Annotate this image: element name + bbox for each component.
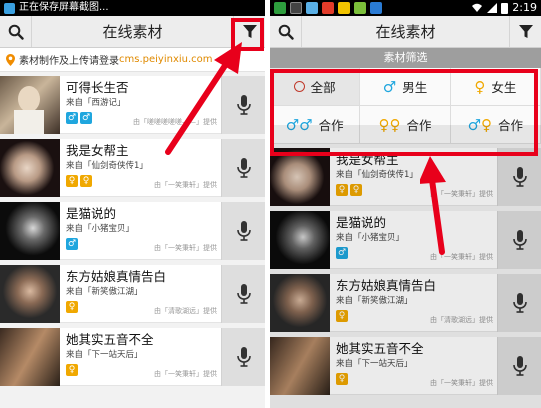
item-provider: 由「一笑秉轩」提供 <box>154 181 217 189</box>
record-button[interactable] <box>221 265 265 323</box>
item-info: 东方姑娘真情告白 来自「新笑傲江湖」 ♀ 由「清歌湖远」提供 <box>60 265 221 322</box>
list-item[interactable]: 她其实五音不全 来自「下一站天后」 ♀ 由「一笑秉轩」提供 <box>0 328 265 386</box>
microphone-icon <box>236 347 251 367</box>
female-icon: ♀ <box>66 364 78 376</box>
battery-icon <box>501 2 509 14</box>
left-screenshot: 正在保存屏幕截图... 在线素材 素材制作及上传请登录 cms.peiyinxi… <box>0 0 265 408</box>
search-icon <box>278 24 294 40</box>
item-title: 我是女帮主 <box>66 143 129 158</box>
item-provider: 由「一笑秉轩」提供 <box>154 370 217 378</box>
list-item[interactable]: 我是女帮主 来自「仙剑奇侠传1」 ♀ ♀ 由「一笑秉轩」提供 <box>0 139 265 197</box>
record-button[interactable] <box>221 328 265 386</box>
filter-button[interactable] <box>509 16 541 47</box>
material-list: 可得长生否 来自「西游记」 ♂ ♂ 由「嗟嗟嗟嗟嗟——」提供 我是女帮主 来自「… <box>0 76 265 386</box>
right-screenshot: 2:19 在线素材 素材筛选 全部 ♂ 男生 ♀ 女生 ♂♂ 合作 ♀♀ 合作 … <box>270 0 541 408</box>
filter-header: 素材筛选 <box>270 48 541 68</box>
item-source: 来自「小猪宝贝」 <box>66 224 135 234</box>
chrome-icon <box>306 2 318 14</box>
item-title: 可得长生否 <box>66 80 129 95</box>
thumbnail-image <box>0 139 60 197</box>
wechat-icon <box>354 2 366 14</box>
female-icon: ♀ <box>80 175 92 187</box>
female-icon: ♀ <box>66 301 78 313</box>
clock: 2:19 <box>512 1 537 14</box>
microphone-icon <box>236 158 251 178</box>
qq-icon <box>338 2 350 14</box>
screenshot-icon <box>4 2 15 14</box>
dim-overlay <box>270 125 541 408</box>
thumbnail-image <box>0 328 60 386</box>
cloud-icon <box>370 2 382 14</box>
thumbnail-image <box>0 202 60 260</box>
shield-icon <box>274 2 286 14</box>
microphone-icon <box>236 95 251 115</box>
item-title: 她其实五音不全 <box>66 332 154 347</box>
item-source: 来自「新笑傲江湖」 <box>66 287 143 297</box>
record-button[interactable] <box>221 76 265 134</box>
item-source: 来自「仙剑奇侠传1」 <box>66 161 148 171</box>
record-button[interactable] <box>221 139 265 197</box>
upload-banner[interactable]: 素材制作及上传请登录 cms.peiyinxiu.com <box>0 48 265 72</box>
search-button[interactable] <box>270 16 302 47</box>
male-icon: ♂ <box>80 112 92 124</box>
location-pin-icon <box>6 53 15 66</box>
item-provider: 由「一笑秉轩」提供 <box>154 244 217 252</box>
item-source: 来自「下一站天后」 <box>66 350 143 360</box>
page-title: 在线素材 <box>375 23 436 41</box>
app-icon <box>322 2 334 14</box>
male-icon: ♂ <box>66 112 78 124</box>
banner-text: 素材制作及上传请登录 <box>19 56 119 67</box>
image-icon <box>290 2 302 14</box>
record-button[interactable] <box>221 202 265 260</box>
microphone-icon <box>236 284 251 304</box>
item-info: 她其实五音不全 来自「下一站天后」 ♀ 由「一笑秉轩」提供 <box>60 328 221 385</box>
filter-panel-highlight-box <box>270 69 538 156</box>
item-source: 来自「西游记」 <box>66 98 126 108</box>
status-right: 2:19 <box>471 0 537 16</box>
male-icon: ♂ <box>66 238 78 250</box>
status-bar: 2:19 <box>270 0 541 16</box>
thumbnail-image <box>0 76 60 134</box>
banner-link[interactable]: cms.peiyinxiu.com <box>119 54 213 65</box>
filter-icon <box>518 25 533 38</box>
status-text: 正在保存屏幕截图... <box>19 2 109 13</box>
list-item[interactable]: 东方姑娘真情告白 来自「新笑傲江湖」 ♀ 由「清歌湖远」提供 <box>0 265 265 323</box>
item-info: 我是女帮主 来自「仙剑奇侠传1」 ♀ ♀ 由「一笑秉轩」提供 <box>60 139 221 196</box>
page-title: 在线素材 <box>102 23 163 41</box>
item-title: 东方姑娘真情告白 <box>66 269 167 284</box>
filter-highlight-box <box>231 18 264 51</box>
search-button[interactable] <box>0 16 32 47</box>
thumbnail-image <box>0 265 60 323</box>
title-bar: 在线素材 <box>0 16 265 48</box>
microphone-icon <box>236 221 251 241</box>
female-icon: ♀ <box>66 175 78 187</box>
item-info: 是猫说的 来自「小猪宝贝」 ♂ 由「一笑秉轩」提供 <box>60 202 221 259</box>
search-icon <box>8 24 24 40</box>
list-item[interactable]: 可得长生否 来自「西游记」 ♂ ♂ 由「嗟嗟嗟嗟嗟——」提供 <box>0 76 265 134</box>
title-bar: 在线素材 <box>270 16 541 48</box>
item-provider: 由「嗟嗟嗟嗟嗟——」提供 <box>133 118 217 126</box>
list-item[interactable]: 是猫说的 来自「小猪宝贝」 ♂ 由「一笑秉轩」提供 <box>0 202 265 260</box>
item-info: 可得长生否 来自「西游记」 ♂ ♂ 由「嗟嗟嗟嗟嗟——」提供 <box>60 76 221 133</box>
item-provider: 由「清歌湖远」提供 <box>154 307 217 315</box>
item-title: 是猫说的 <box>66 206 117 221</box>
signal-icon <box>487 3 498 13</box>
status-bar: 正在保存屏幕截图... <box>0 0 265 16</box>
wifi-icon <box>472 3 483 12</box>
